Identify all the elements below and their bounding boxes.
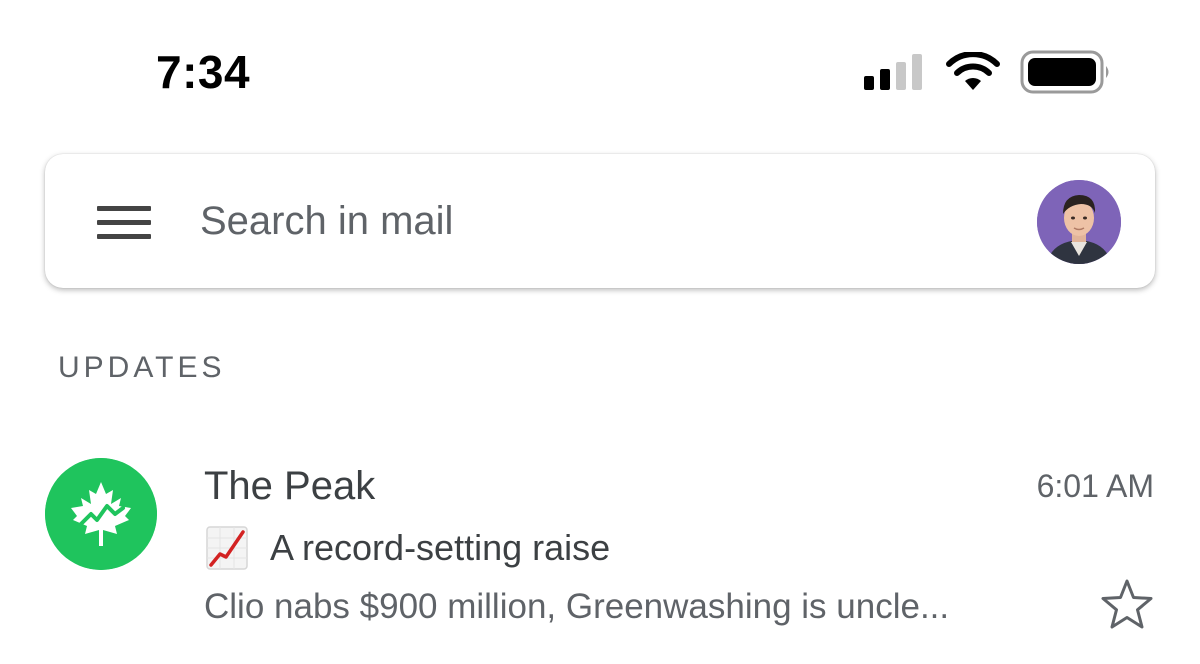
user-avatar-image xyxy=(1037,180,1121,264)
search-input[interactable] xyxy=(200,190,1000,252)
email-sender: The Peak xyxy=(204,464,376,508)
maple-leaf-icon xyxy=(45,458,157,570)
email-subject: A record-setting raise xyxy=(270,527,611,568)
account-avatar[interactable] xyxy=(1037,180,1121,264)
gmail-inbox-screen: 7:34 Search in mail UPDATES The Peak 6:0… xyxy=(0,0,1200,664)
search-bar xyxy=(45,154,1155,288)
section-header-updates: UPDATES xyxy=(58,351,226,384)
battery-icon xyxy=(1020,50,1109,94)
cellular-signal-icon xyxy=(864,54,922,90)
email-list-item[interactable]: The Peak 6:01 AM A record-setting raise … xyxy=(0,440,1200,664)
sender-avatar xyxy=(45,458,157,570)
star-icon[interactable] xyxy=(1099,577,1155,631)
email-snippet: Clio nabs $900 million, Greenwashing is … xyxy=(204,587,950,626)
chart-increasing-icon xyxy=(206,526,248,570)
hamburger-menu-icon[interactable] xyxy=(97,206,151,239)
status-time: 7:34 xyxy=(156,46,251,98)
email-time: 6:01 AM xyxy=(1036,468,1154,504)
wifi-icon xyxy=(946,52,1000,90)
